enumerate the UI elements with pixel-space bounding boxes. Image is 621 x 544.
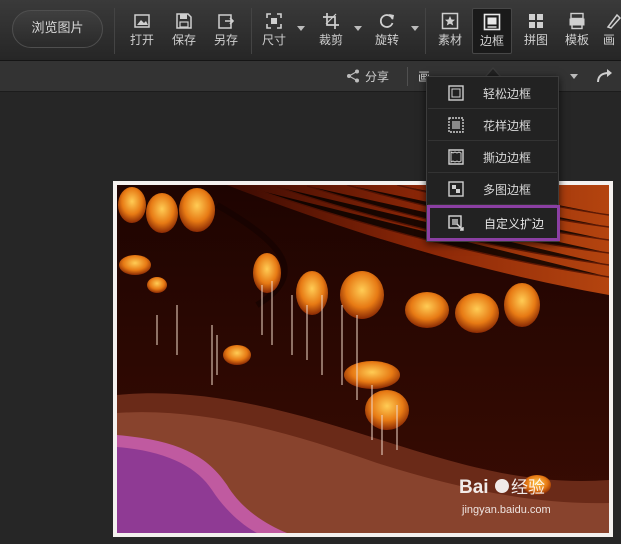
custom-expand-border-icon — [448, 215, 464, 231]
template-label: 模板 — [564, 33, 589, 47]
simple-border-icon — [448, 85, 464, 101]
menu-item-label: 多图边框 — [483, 183, 532, 197]
share-icon — [347, 69, 359, 83]
svg-text:经验: 经验 — [511, 478, 545, 497]
open-image-icon — [134, 14, 150, 28]
crop-label: 裁剪 — [318, 33, 343, 47]
save-as-button[interactable]: 另存 — [208, 8, 244, 54]
share-button[interactable]: 分享 — [346, 68, 389, 85]
rotate-dropdown-caret[interactable] — [411, 26, 419, 31]
resize-label: 尺寸 — [261, 33, 286, 47]
rotate-button[interactable]: 旋转 — [369, 8, 405, 54]
crop-dropdown-caret[interactable] — [354, 26, 362, 31]
toolbar-separator — [251, 8, 252, 54]
subbar-dropdown-caret[interactable] — [570, 74, 578, 79]
save-button[interactable]: 保存 — [166, 8, 202, 54]
open-button[interactable]: 打开 — [124, 8, 160, 54]
template-button[interactable]: 模板 — [559, 8, 595, 54]
baidu-jingyan-watermark: Bai 经验 jingyan.baidu.com — [459, 477, 551, 516]
template-icon — [569, 12, 585, 30]
redo-icon[interactable] — [596, 68, 614, 84]
save-label: 保存 — [171, 33, 196, 47]
menu-item-custom-expand-border[interactable]: 自定义扩边 — [427, 205, 560, 241]
collage-label: 拼图 — [523, 33, 548, 47]
resize-dropdown-caret[interactable] — [297, 26, 305, 31]
paint-icon — [606, 13, 621, 29]
torn-border-icon — [448, 149, 464, 165]
menu-item-simple-border[interactable]: 轻松边框 — [428, 77, 557, 109]
toolbar-separator — [114, 8, 115, 54]
svg-text:jingyan.baidu.com: jingyan.baidu.com — [461, 504, 551, 516]
material-star-icon — [441, 12, 459, 30]
material-button[interactable]: 素材 — [432, 8, 468, 54]
crop-button[interactable]: 裁剪 — [313, 8, 349, 54]
share-label: 分享 — [365, 70, 390, 84]
border-label: 边框 — [479, 34, 504, 48]
border-dropdown-menu: 轻松边框 花样边框 撕边边框 多图边框 自定义扩边 — [426, 76, 560, 242]
subbar-separator — [407, 67, 408, 86]
crop-icon — [323, 13, 339, 29]
paint-button[interactable]: 画 — [603, 8, 621, 54]
collage-button[interactable]: 拼图 — [518, 8, 554, 54]
menu-item-label: 轻松边框 — [483, 87, 532, 101]
menu-item-pattern-border[interactable]: 花样边框 — [428, 109, 557, 141]
border-icon — [483, 13, 501, 31]
menu-item-multi-image-border[interactable]: 多图边框 — [428, 173, 557, 205]
save-icon — [176, 13, 192, 29]
save-as-label: 另存 — [213, 33, 238, 47]
menu-item-label: 自定义扩边 — [484, 217, 545, 231]
resize-icon — [266, 13, 282, 29]
open-label: 打开 — [129, 33, 154, 47]
resize-button[interactable]: 尺寸 — [256, 8, 292, 54]
material-label: 素材 — [437, 33, 462, 47]
menu-item-label: 撕边边框 — [483, 151, 532, 165]
main-toolbar: 浏览图片 打开 保存 另存 尺寸 裁剪 旋转 素材 边框 拼图 模板 画 — [0, 0, 621, 61]
menu-item-label: 花样边框 — [483, 119, 532, 133]
border-button[interactable]: 边框 — [472, 8, 512, 54]
toolbar-separator — [425, 8, 426, 54]
svg-text:Bai: Bai — [459, 477, 489, 498]
rotate-label: 旋转 — [374, 33, 399, 47]
pattern-border-icon — [448, 117, 464, 133]
paint-label: 画 — [603, 33, 616, 47]
rotate-icon — [380, 14, 394, 28]
browse-images-button[interactable]: 浏览图片 — [12, 10, 103, 48]
multi-image-border-icon — [448, 181, 464, 197]
save-as-icon — [218, 14, 235, 29]
collage-grid-icon — [529, 14, 543, 28]
menu-item-torn-border[interactable]: 撕边边框 — [428, 141, 557, 173]
